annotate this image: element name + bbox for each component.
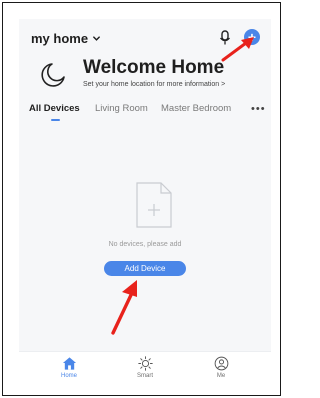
sun-icon [137,356,153,371]
tab-living-room[interactable]: Living Room [95,103,148,114]
empty-document-icon [136,182,172,228]
screenshot-frame: my home + Welcome Home Set your home loc… [2,2,281,396]
moon-icon [41,63,65,87]
profile-icon [214,356,228,371]
app-screen: my home + Welcome Home Set your home loc… [19,19,271,387]
microphone-icon[interactable] [218,30,232,46]
home-name: my home [31,31,89,46]
add-icon[interactable]: + [244,29,260,45]
tab-all-devices[interactable]: All Devices [29,103,80,114]
red-arrow-icon [111,280,137,335]
nav-label-home: Home [60,373,77,379]
nav-label-smart: Smart [136,373,153,379]
nav-item-me[interactable]: Me [201,356,241,379]
home-icon [62,357,76,370]
add-device-button[interactable]: Add Device [104,261,186,276]
nav-item-home[interactable]: Home [49,356,89,379]
add-icon-glyph: + [247,29,257,45]
chevron-down-icon [93,36,100,41]
home-location-link[interactable]: Set your home location for more informat… [83,81,225,88]
bottom-navigation: Home Smart Me [19,351,271,387]
empty-state-message: No devices, please add [108,241,182,248]
nav-label-me: Me [216,373,226,379]
active-tab-indicator [51,119,60,121]
room-tabs: All Devices Living Room Master Bedroom •… [29,103,265,125]
more-icon[interactable]: ••• [251,103,266,115]
tab-master-bedroom[interactable]: Master Bedroom [161,103,231,114]
nav-item-smart[interactable]: Smart [125,356,165,379]
home-selector[interactable]: my home [31,31,101,46]
welcome-title: Welcome Home [83,57,225,78]
